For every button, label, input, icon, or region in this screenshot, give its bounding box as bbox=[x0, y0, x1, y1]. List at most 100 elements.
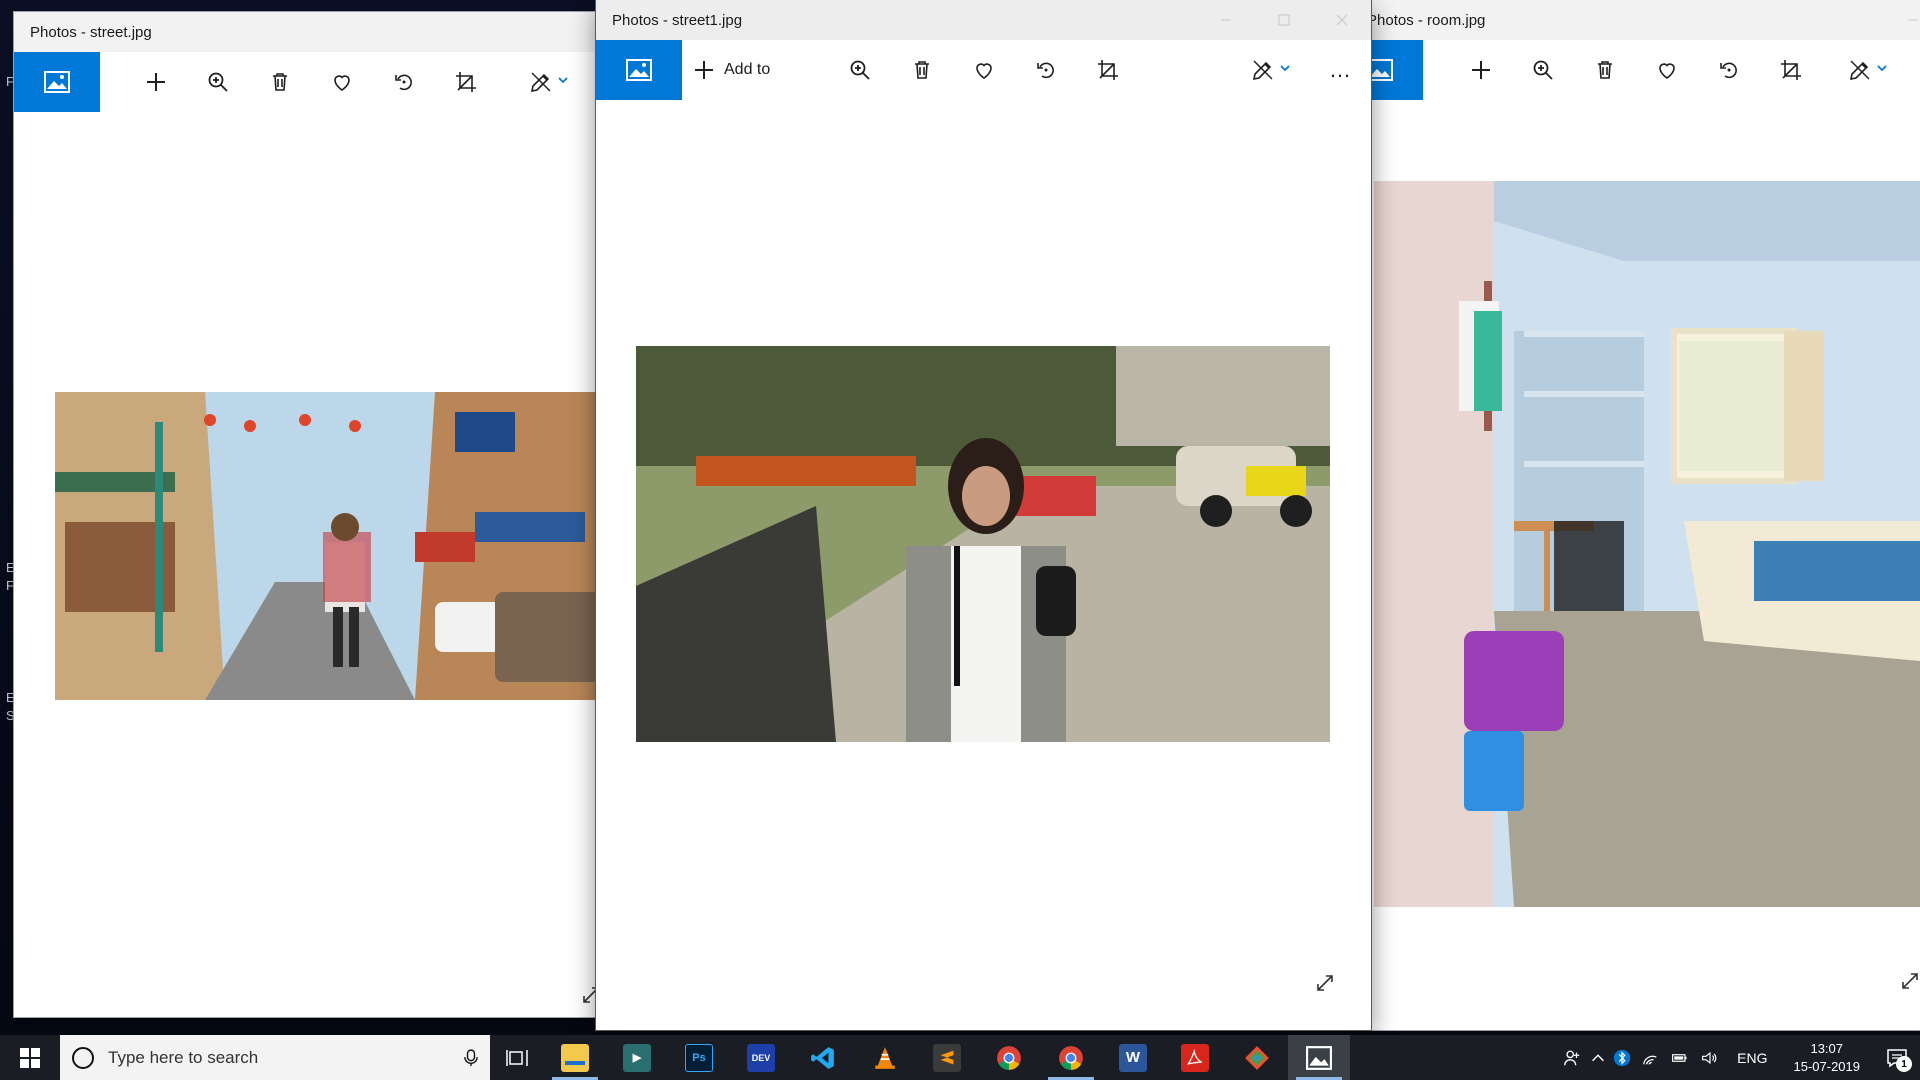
crop-icon bbox=[1781, 60, 1801, 80]
taskbar-app-acrobat[interactable] bbox=[1164, 1035, 1226, 1080]
crop-button[interactable] bbox=[442, 52, 490, 112]
street-image bbox=[55, 392, 604, 700]
add-icon bbox=[147, 73, 165, 91]
taskbar-app-sublime[interactable] bbox=[916, 1035, 978, 1080]
windows-logo-icon bbox=[20, 1047, 40, 1068]
taskbar-app-photos[interactable] bbox=[1288, 1035, 1350, 1080]
microphone-icon[interactable] bbox=[464, 1048, 478, 1068]
word-icon: W bbox=[1119, 1043, 1147, 1072]
volume-button[interactable] bbox=[1695, 1035, 1725, 1080]
zoom-button[interactable] bbox=[194, 52, 242, 112]
maximize-button[interactable] bbox=[1255, 0, 1313, 40]
street1-image bbox=[636, 346, 1330, 742]
crop-button[interactable] bbox=[1767, 40, 1815, 100]
crop-button[interactable] bbox=[1084, 40, 1132, 100]
taskbar-app-launcher[interactable]: ▶ bbox=[606, 1035, 668, 1080]
delete-button[interactable] bbox=[1581, 40, 1629, 100]
task-view-icon bbox=[506, 1049, 528, 1066]
chevron-down-icon bbox=[1280, 65, 1290, 72]
desktop-icon-label[interactable]: F bbox=[6, 74, 14, 89]
add-button[interactable] bbox=[132, 52, 180, 112]
network-button[interactable] bbox=[1635, 1035, 1665, 1080]
edit-create-button[interactable] bbox=[514, 52, 584, 112]
favorite-button[interactable] bbox=[960, 40, 1008, 100]
favorite-button[interactable] bbox=[318, 52, 366, 112]
delete-button[interactable] bbox=[898, 40, 946, 100]
chevron-down-icon bbox=[558, 77, 568, 84]
photos-window-street1[interactable]: Photos - street1.jpg Add to … bbox=[596, 0, 1371, 1030]
clock-time: 13:07 bbox=[1810, 1040, 1844, 1056]
edit-draw-icon bbox=[530, 72, 551, 93]
photo-street-scene[interactable] bbox=[55, 392, 604, 700]
close-button[interactable] bbox=[1313, 0, 1371, 40]
action-center-button[interactable]: 1 bbox=[1874, 1035, 1920, 1080]
collection-button[interactable] bbox=[1367, 40, 1423, 100]
people-button[interactable] bbox=[1557, 1035, 1587, 1080]
add-button[interactable] bbox=[1457, 40, 1505, 100]
devc-icon: DEV bbox=[747, 1043, 775, 1072]
minimize-button[interactable] bbox=[1884, 0, 1920, 40]
chevron-up-icon bbox=[1592, 1053, 1605, 1061]
rotate-icon bbox=[395, 74, 412, 91]
taskbar-app-vscode[interactable] bbox=[792, 1035, 854, 1080]
vscode-icon bbox=[809, 1044, 837, 1072]
expand-icon bbox=[1902, 973, 1918, 989]
photo-street1-scene[interactable] bbox=[636, 346, 1330, 742]
taskbar-app-devc[interactable]: DEV bbox=[730, 1035, 792, 1080]
start-button[interactable] bbox=[0, 1035, 60, 1080]
rotate-button[interactable] bbox=[1022, 40, 1070, 100]
photo-room-scene[interactable] bbox=[1374, 181, 1920, 907]
photos-window-room[interactable]: Photos - room.jpg bbox=[1367, 0, 1920, 1030]
taskbar-app-vlc[interactable] bbox=[854, 1035, 916, 1080]
taskbar-app-chrome-1[interactable] bbox=[978, 1035, 1040, 1080]
acrobat-icon bbox=[1181, 1043, 1209, 1072]
title-bar[interactable]: Photos - room.jpg bbox=[1367, 0, 1920, 40]
taskbar-app-photoshop[interactable]: Ps bbox=[668, 1035, 730, 1080]
more-options-button[interactable]: … bbox=[1318, 40, 1362, 100]
favorite-heart-icon bbox=[1659, 63, 1675, 79]
edit-create-button[interactable] bbox=[1236, 40, 1306, 100]
zoom-button[interactable] bbox=[836, 40, 884, 100]
sublime-text-icon bbox=[933, 1043, 961, 1072]
title-bar[interactable]: Photos - street.jpg bbox=[14, 12, 604, 52]
photos-toolbar bbox=[14, 52, 604, 112]
chevron-down-icon bbox=[1877, 65, 1887, 72]
zoom-button[interactable] bbox=[1519, 40, 1567, 100]
rotate-button[interactable] bbox=[1705, 40, 1753, 100]
speaker-icon bbox=[1702, 1051, 1717, 1064]
clock[interactable]: 13:07 15-07-2019 bbox=[1780, 1040, 1875, 1076]
search-placeholder: Type here to search bbox=[108, 1047, 259, 1067]
hidden-icons-button[interactable] bbox=[1587, 1035, 1609, 1080]
taskbar-app-file-explorer[interactable] bbox=[544, 1035, 606, 1080]
photos-window-street[interactable]: Photos - street.jpg bbox=[14, 12, 604, 1017]
delete-button[interactable] bbox=[256, 52, 304, 112]
add-to-button[interactable]: Add to bbox=[692, 40, 792, 100]
more-options-icon: … bbox=[1329, 57, 1351, 82]
collection-button[interactable] bbox=[596, 40, 682, 100]
bluetooth-button[interactable] bbox=[1609, 1035, 1635, 1080]
taskbar-app-git-gui[interactable] bbox=[1226, 1035, 1288, 1080]
taskbar-app-chrome-2[interactable] bbox=[1040, 1035, 1102, 1080]
chrome-icon bbox=[995, 1044, 1023, 1072]
edit-draw-icon bbox=[1849, 60, 1870, 81]
system-tray: ENG 13:07 15-07-2019 1 bbox=[1557, 1035, 1920, 1080]
minimize-button[interactable] bbox=[1197, 0, 1255, 40]
fullscreen-expand-button[interactable] bbox=[1899, 970, 1920, 992]
title-bar[interactable]: Photos - street1.jpg bbox=[596, 0, 1371, 40]
rotate-button[interactable] bbox=[380, 52, 428, 112]
task-view-button[interactable] bbox=[490, 1035, 544, 1080]
input-language-indicator[interactable]: ENG bbox=[1725, 1050, 1779, 1066]
collection-button[interactable] bbox=[14, 52, 100, 112]
photos-app-icon bbox=[1305, 1044, 1333, 1072]
add-icon bbox=[1472, 61, 1490, 79]
favorite-button[interactable] bbox=[1643, 40, 1691, 100]
fullscreen-expand-button[interactable] bbox=[1314, 972, 1336, 994]
desktop-icon-label[interactable]: F bbox=[6, 578, 14, 593]
taskbar-app-word[interactable]: W bbox=[1102, 1035, 1164, 1080]
battery-button[interactable] bbox=[1665, 1035, 1695, 1080]
window-title: Photos - room.jpg bbox=[1367, 11, 1486, 29]
edit-create-button[interactable] bbox=[1833, 40, 1903, 100]
clock-date: 15-07-2019 bbox=[1793, 1058, 1861, 1074]
close-icon bbox=[1336, 14, 1348, 26]
taskbar-search-box[interactable]: Type here to search bbox=[60, 1035, 490, 1080]
